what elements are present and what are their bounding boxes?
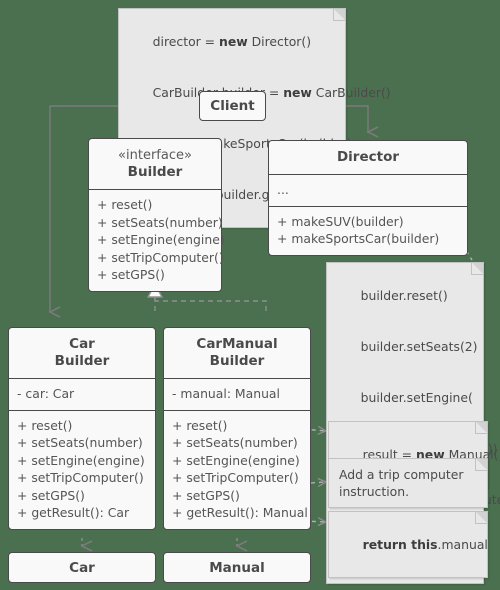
class-box-manual[interactable]: Manual (163, 552, 311, 583)
class-title-director: Director (269, 141, 467, 174)
class-title-car-manual-builder: CarManual Builder (164, 328, 310, 378)
note-fold-icon (471, 263, 483, 275)
method-item: + setEngine(engine) (17, 452, 145, 468)
method-item: + setSeats(number) (97, 214, 223, 230)
note-line: builder.setEngine( (360, 390, 473, 405)
class-methods-director: + makeSUV(builder) + makeSportsCar(build… (269, 205, 467, 255)
note-line: instruction. (339, 484, 410, 499)
method-item: + setEngine(engine) (172, 452, 300, 468)
field-item: - manual: Manual (172, 386, 280, 401)
method-item: + setEngine(engine) (97, 232, 225, 247)
class-box-builder[interactable]: «interface» Builder + reset() + setSeats… (88, 138, 225, 292)
uml-diagram-canvas: Builder interface (dashed, hollow triang… (0, 0, 500, 590)
note-line: builder.reset() (360, 288, 448, 303)
method-item: + setSeats(number) (172, 435, 298, 450)
note-fold-icon (333, 9, 345, 21)
method-item: + reset() (17, 417, 73, 433)
class-fields-car-builder: - car: Car (9, 378, 155, 410)
class-methods-builder: + reset() + setSeats(number) + setEngine… (89, 189, 225, 291)
note-fold-icon (475, 512, 487, 524)
method-item: + setTripComputer() (172, 470, 299, 485)
note-line: return this.manual (362, 537, 488, 552)
class-box-car-manual-builder[interactable]: CarManual Builder - manual: Manual + res… (163, 327, 311, 530)
class-title-client: Client (210, 98, 255, 114)
field-item: - car: Car (17, 386, 75, 401)
method-item: + getResult(): Car (17, 505, 130, 520)
field-item: ... (277, 182, 289, 197)
class-box-car-builder[interactable]: Car Builder - car: Car + reset() + setSe… (8, 327, 156, 530)
note-line: builder.setSeats(2) (360, 339, 478, 354)
method-item: + setSeats(number) (17, 435, 143, 450)
note-fold-icon (475, 422, 487, 434)
method-item: + makeSUV(builder) (277, 213, 404, 229)
class-fields-director: ... (269, 174, 467, 206)
method-item: + setTripComputer() (17, 470, 144, 485)
note-line: director = new Director() (152, 34, 312, 49)
class-title-manual: Manual (209, 559, 265, 576)
note-trip-computer: Add a trip computer instruction. (328, 458, 488, 508)
note-return-manual: return this.manual (328, 511, 488, 578)
method-item: + setGPS() (17, 487, 85, 503)
class-name-director: Director (336, 149, 400, 165)
method-item: + reset() (97, 197, 153, 212)
class-box-car[interactable]: Car (8, 552, 156, 583)
class-name-builder: Builder (127, 164, 183, 180)
method-item: + makeSportsCar(builder) (277, 231, 440, 246)
method-item: + reset() (172, 417, 228, 433)
method-item: + setGPS() (172, 487, 240, 503)
class-name-line1: CarManual (196, 336, 278, 352)
class-methods-car-manual-builder: + reset() + setSeats(number) + setEngine… (164, 409, 310, 529)
stereotype-interface: «interface» (118, 148, 192, 163)
class-box-director[interactable]: Director ... + makeSUV(builder) + makeSp… (268, 140, 468, 256)
class-title-car: Car (69, 559, 95, 576)
method-item: + setTripComputer() (97, 249, 224, 265)
class-title-builder: «interface» Builder (89, 139, 221, 189)
note-line: Add a trip computer (339, 467, 464, 482)
class-name-line1: Car (69, 336, 95, 352)
class-name-line2: Builder (54, 353, 110, 369)
class-title-car-builder: Car Builder (9, 328, 155, 378)
class-fields-car-manual-builder: - manual: Manual (164, 378, 310, 410)
class-box-client[interactable]: Client (199, 91, 266, 121)
method-item: + setGPS() (97, 267, 165, 282)
class-name-line2: Builder (209, 353, 265, 369)
class-methods-car-builder: + reset() + setSeats(number) + setEngine… (9, 409, 155, 529)
note-fold-icon (475, 459, 487, 471)
method-item: + getResult(): Manual (172, 505, 308, 520)
